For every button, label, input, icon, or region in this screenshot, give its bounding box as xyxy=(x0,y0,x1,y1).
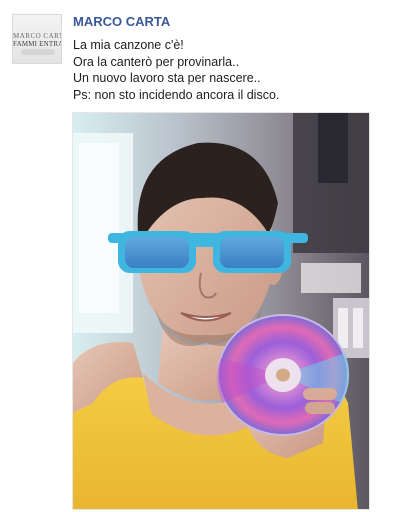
photo-illustration xyxy=(73,113,369,509)
profile-avatar[interactable]: MARCO CARTA FAMMI ENTRARE xyxy=(12,14,62,64)
author-name-link[interactable]: MARCO CARTA xyxy=(73,14,170,29)
feed-post: MARCO CARTA FAMMI ENTRARE MARCO CARTA La… xyxy=(0,0,407,512)
post-message: La mia canzone c'è! Ora la canterò per p… xyxy=(73,37,393,103)
message-line: Un nuovo lavoro sta per nascere.. xyxy=(73,71,261,85)
message-line: Ora la canterò per provinarla.. xyxy=(73,54,240,69)
post-photo[interactable] xyxy=(72,112,370,510)
avatar-smudge xyxy=(21,49,55,55)
avatar-caption-name: MARCO CARTA xyxy=(13,32,61,40)
message-line: Ps: non sto incidendo ancora il disco. xyxy=(73,87,280,102)
avatar-caption-title: FAMMI ENTRARE xyxy=(13,40,61,48)
message-line: La mia canzone c'è! xyxy=(73,38,184,52)
